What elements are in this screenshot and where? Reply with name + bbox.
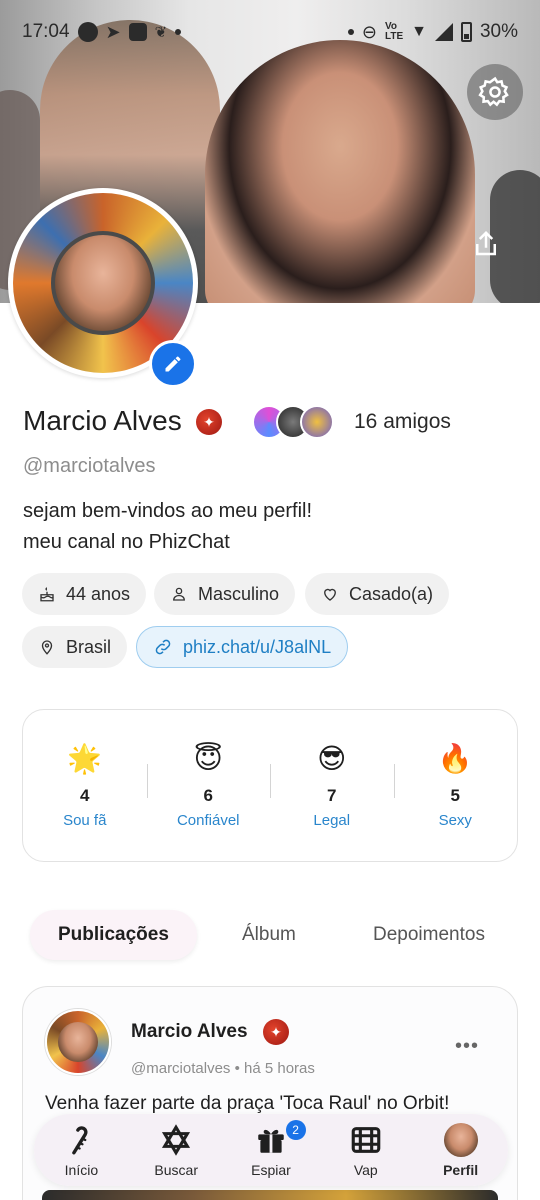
- halo-emoji-icon: 😇: [193, 743, 223, 774]
- profile-link-label[interactable]: phiz.chat/u/J8alNL: [183, 637, 331, 658]
- post-meta: @marciotalves • há 5 horas: [131, 1060, 315, 1077]
- settings-button[interactable]: [467, 64, 523, 120]
- nav-label: Início: [64, 1161, 99, 1178]
- tab-album[interactable]: Álbum: [242, 910, 296, 960]
- heart-icon: [324, 588, 336, 601]
- dot-icon: [347, 29, 354, 35]
- status-time: 17:04: [22, 21, 70, 42]
- gear-icon: [478, 76, 509, 107]
- profile-avatar-icon: [443, 1122, 478, 1157]
- reaction-sou-fa[interactable]: 🌟 4 Sou fã: [23, 742, 147, 829]
- nav-vap[interactable]: Vap: [318, 1114, 413, 1186]
- tab-depoimentos[interactable]: Depoimentos: [373, 910, 485, 960]
- nav-inicio[interactable]: Início: [34, 1114, 129, 1186]
- reaction-confiavel[interactable]: 😇 6 Confiável: [146, 742, 271, 829]
- volte-icon: Vo LTE: [384, 21, 404, 42]
- more-notifications-dot-icon: [175, 29, 182, 35]
- relationship-chip: Casado(a): [305, 573, 450, 615]
- candy-cane-icon: [64, 1123, 98, 1157]
- battery-icon: [460, 22, 472, 42]
- star-of-david-icon: [159, 1123, 193, 1157]
- bottom-navigation: Início Buscar 2 Espiar Vap Perfil: [34, 1114, 508, 1186]
- nav-perfil[interactable]: Perfil: [413, 1114, 508, 1186]
- sunglasses-emoji-icon: 😎: [317, 743, 347, 774]
- reaction-sexy[interactable]: 🔥 5 Sexy: [393, 742, 518, 829]
- share-icon: [476, 230, 496, 256]
- profile-tabs: Publicações Álbum Depoimentos: [22, 910, 518, 960]
- reaction-label[interactable]: Sexy: [439, 812, 472, 829]
- reaction-count: 5: [450, 786, 460, 805]
- location-pin-icon: [41, 640, 53, 655]
- post-author-avatar[interactable]: [45, 1009, 111, 1075]
- signal-icon: [434, 23, 453, 41]
- nav-buscar[interactable]: Buscar: [129, 1114, 224, 1186]
- country-chip: Brasil: [22, 626, 128, 668]
- post-text: Venha fazer parte da praça 'Toca Raul' n…: [45, 1093, 450, 1114]
- app-notification-icon: [128, 23, 147, 41]
- nav-avatar: [443, 1122, 478, 1157]
- espiar-badge: 2: [285, 1120, 306, 1140]
- reaction-label[interactable]: Legal: [313, 812, 350, 829]
- share-button[interactable]: [458, 216, 514, 272]
- age-label: 44 anos: [66, 583, 131, 604]
- reaction-count: 4: [80, 786, 90, 805]
- cake-icon: [40, 587, 54, 602]
- telegram-icon: ➤: [105, 21, 121, 42]
- profile-handle: @marciotalves: [23, 455, 156, 477]
- film-icon: [349, 1123, 383, 1157]
- gender-label: Masculino: [198, 583, 280, 604]
- bio-line: meu canal no PhizChat: [23, 531, 230, 553]
- cover-person-woman: [205, 40, 475, 303]
- reactions-card: 🌟 4 Sou fã 😇 6 Confiável 😎 7 Legal 🔥 5 S…: [22, 709, 518, 862]
- post-more-options-icon[interactable]: •••: [455, 1035, 479, 1058]
- profile-bio: sejam bem-vindos ao meu perfil! meu cana…: [23, 496, 312, 558]
- nav-espiar[interactable]: 2 Espiar: [224, 1114, 319, 1186]
- nav-label: Buscar: [154, 1161, 198, 1178]
- bio-line: sejam bem-vindos ao meu perfil!: [23, 500, 313, 522]
- whatsapp-icon: [77, 22, 98, 42]
- reaction-label[interactable]: Sou fã: [63, 812, 106, 829]
- wifi-icon: ▼: [411, 23, 427, 40]
- profile-link-chip[interactable]: phiz.chat/u/J8alNL: [136, 626, 349, 668]
- gift-icon: [254, 1123, 288, 1157]
- nav-label: Vap: [353, 1161, 378, 1178]
- gender-chip: Masculino: [154, 573, 296, 615]
- verified-star-badge-icon: ✦: [263, 1019, 289, 1045]
- post-image-preview[interactable]: [42, 1190, 498, 1200]
- relationship-label: Casado(a): [349, 583, 434, 604]
- star-emoji-icon: 🌟: [67, 743, 103, 774]
- do-not-disturb-icon: ⊖: [361, 21, 377, 42]
- avatar-photo: [51, 231, 155, 335]
- post-author-photo: [58, 1022, 98, 1062]
- friends-summary[interactable]: 16 amigos: [252, 405, 451, 439]
- reaction-count: 7: [327, 786, 337, 805]
- country-label: Brasil: [66, 636, 112, 657]
- tab-publicacoes[interactable]: Publicações: [30, 910, 197, 960]
- pencil-icon: [165, 356, 181, 372]
- profile-name: Marcio Alves: [23, 405, 182, 436]
- nav-label: Perfil: [443, 1161, 479, 1178]
- battery-percent: 30%: [479, 21, 518, 42]
- reaction-label[interactable]: Confiável: [177, 812, 240, 829]
- separator-dot: •: [234, 1060, 245, 1077]
- reaction-legal[interactable]: 😎 7 Legal: [270, 742, 394, 829]
- post-author-name[interactable]: Marcio Alves: [131, 1021, 248, 1043]
- link-icon: [155, 639, 171, 655]
- edit-avatar-button[interactable]: [149, 340, 197, 388]
- friends-count[interactable]: 16 amigos: [354, 410, 451, 434]
- post-time: há 5 horas: [244, 1060, 315, 1077]
- reaction-count: 6: [203, 786, 213, 805]
- age-chip: 44 anos: [22, 573, 147, 615]
- post-author-handle: @marciotalves: [131, 1060, 231, 1077]
- friend-avatar: [300, 405, 334, 439]
- leaf-icon: ❦: [154, 24, 168, 41]
- status-bar: 17:04 ➤ ❦ ⊖ Vo LTE ▼ 30%: [0, 0, 540, 64]
- nav-label: Espiar: [251, 1161, 291, 1178]
- fire-emoji-icon: 🔥: [437, 743, 473, 774]
- person-icon: [173, 587, 185, 601]
- verified-star-badge-icon: ✦: [196, 409, 222, 435]
